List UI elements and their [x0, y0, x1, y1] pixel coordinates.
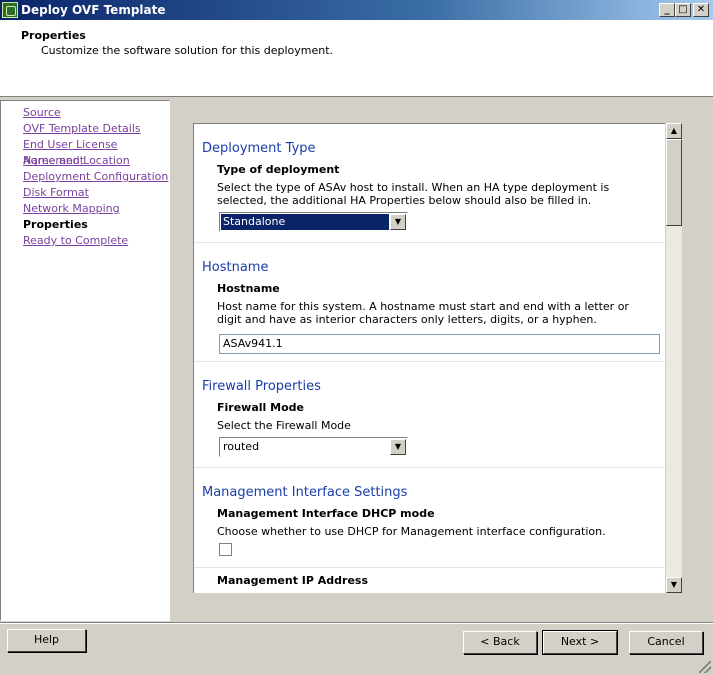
nav-item-properties: Properties	[23, 218, 88, 231]
page-subtitle: Customize the software solution for this…	[41, 44, 334, 57]
hostname-input[interactable]: ASAv941.1	[219, 334, 660, 354]
nav-link-name-location[interactable]: Name and Location	[23, 154, 130, 167]
field-label-hostname: Hostname	[217, 282, 280, 295]
field-label-firewall-mode: Firewall Mode	[217, 401, 304, 414]
vertical-scrollbar[interactable]: ▲ ▼	[666, 123, 682, 593]
minimize-button[interactable]: _	[659, 3, 675, 17]
nav-item-ovf-template-details[interactable]: OVF Template Details	[23, 121, 169, 137]
field-desc-type-of-deployment: Select the type of ASAv host to install.…	[217, 181, 610, 207]
scroll-down-arrow-icon[interactable]: ▼	[666, 577, 682, 593]
nav-item-network-mapping[interactable]: Network Mapping	[23, 201, 169, 217]
help-button[interactable]: Help	[7, 629, 86, 652]
resize-grip-icon[interactable]	[699, 661, 711, 673]
window-title: Deploy OVF Template	[21, 3, 166, 17]
footer-divider	[0, 622, 713, 624]
field-label-dhcp-mode: Management Interface DHCP mode	[217, 507, 435, 520]
section-deployment-type: Deployment Type Type of deployment Selec…	[194, 124, 665, 243]
page-title: Properties	[21, 29, 86, 42]
field-desc-hostname: Host name for this system. A hostname mu…	[217, 300, 629, 326]
nav-link-deployment-configuration[interactable]: Deployment Configuration	[23, 170, 168, 183]
nav-item-disk-format[interactable]: Disk Format	[23, 185, 169, 201]
firewall-mode-value: routed	[223, 440, 260, 453]
field-desc-firewall-mode: Select the Firewall Mode	[217, 419, 351, 432]
wizard-steps-nav: Source OVF Template Details End User Lic…	[0, 100, 170, 621]
cancel-button[interactable]: Cancel	[629, 631, 703, 654]
chevron-down-icon[interactable]: ▼	[390, 214, 406, 230]
firewall-mode-dropdown[interactable]: routed ▼	[219, 437, 408, 457]
nav-link-ready-to-complete[interactable]: Ready to Complete	[23, 234, 128, 247]
field-label-management-ip: Management IP Address	[217, 574, 369, 587]
title-bar[interactable]: Deploy OVF Template _ □ ✕	[0, 0, 713, 20]
section-hostname: Hostname Hostname Host name for this sys…	[194, 243, 665, 362]
nav-item-deployment-configuration[interactable]: Deployment Configuration	[23, 169, 169, 185]
nav-item-eula[interactable]: End User License Agreement	[23, 137, 169, 167]
scroll-up-arrow-icon[interactable]: ▲	[666, 123, 682, 139]
nav-link-network-mapping[interactable]: Network Mapping	[23, 202, 120, 215]
dhcp-mode-checkbox[interactable]	[219, 543, 232, 556]
deployment-type-value: Standalone	[220, 213, 390, 231]
section-firewall: Firewall Properties Firewall Mode Select…	[194, 362, 665, 468]
vsphere-app-icon	[2, 2, 18, 18]
properties-scroll-area[interactable]: Deployment Type Type of deployment Selec…	[193, 123, 665, 593]
back-button[interactable]: < Back	[463, 631, 537, 654]
section-management-interface: Management Interface Settings Management…	[194, 468, 665, 568]
next-button[interactable]: Next >	[542, 630, 618, 655]
section-title-management-interface: Management Interface Settings	[202, 485, 408, 500]
close-button[interactable]: ✕	[693, 3, 709, 17]
page-header: Properties Customize the software soluti…	[0, 20, 713, 97]
deployment-type-dropdown[interactable]: Standalone ▼	[219, 212, 408, 232]
nav-link-source[interactable]: Source	[23, 106, 61, 119]
nav-item-ready-to-complete[interactable]: Ready to Complete	[23, 233, 169, 249]
field-desc-dhcp-mode: Choose whether to use DHCP for Managemen…	[217, 525, 606, 538]
scrollbar-thumb[interactable]	[666, 139, 682, 226]
nav-link-ovf-template-details[interactable]: OVF Template Details	[23, 122, 141, 135]
chevron-down-icon[interactable]: ▼	[390, 439, 406, 455]
maximize-button[interactable]: □	[675, 3, 691, 17]
field-label-type-of-deployment: Type of deployment	[217, 163, 340, 176]
nav-item-name-location[interactable]: Name and Location	[23, 153, 169, 169]
section-title-hostname: Hostname	[202, 260, 269, 275]
section-title-firewall: Firewall Properties	[202, 379, 321, 394]
section-title-deployment-type: Deployment Type	[202, 141, 316, 156]
nav-item-source[interactable]: Source	[23, 105, 169, 121]
nav-link-disk-format[interactable]: Disk Format	[23, 186, 89, 199]
